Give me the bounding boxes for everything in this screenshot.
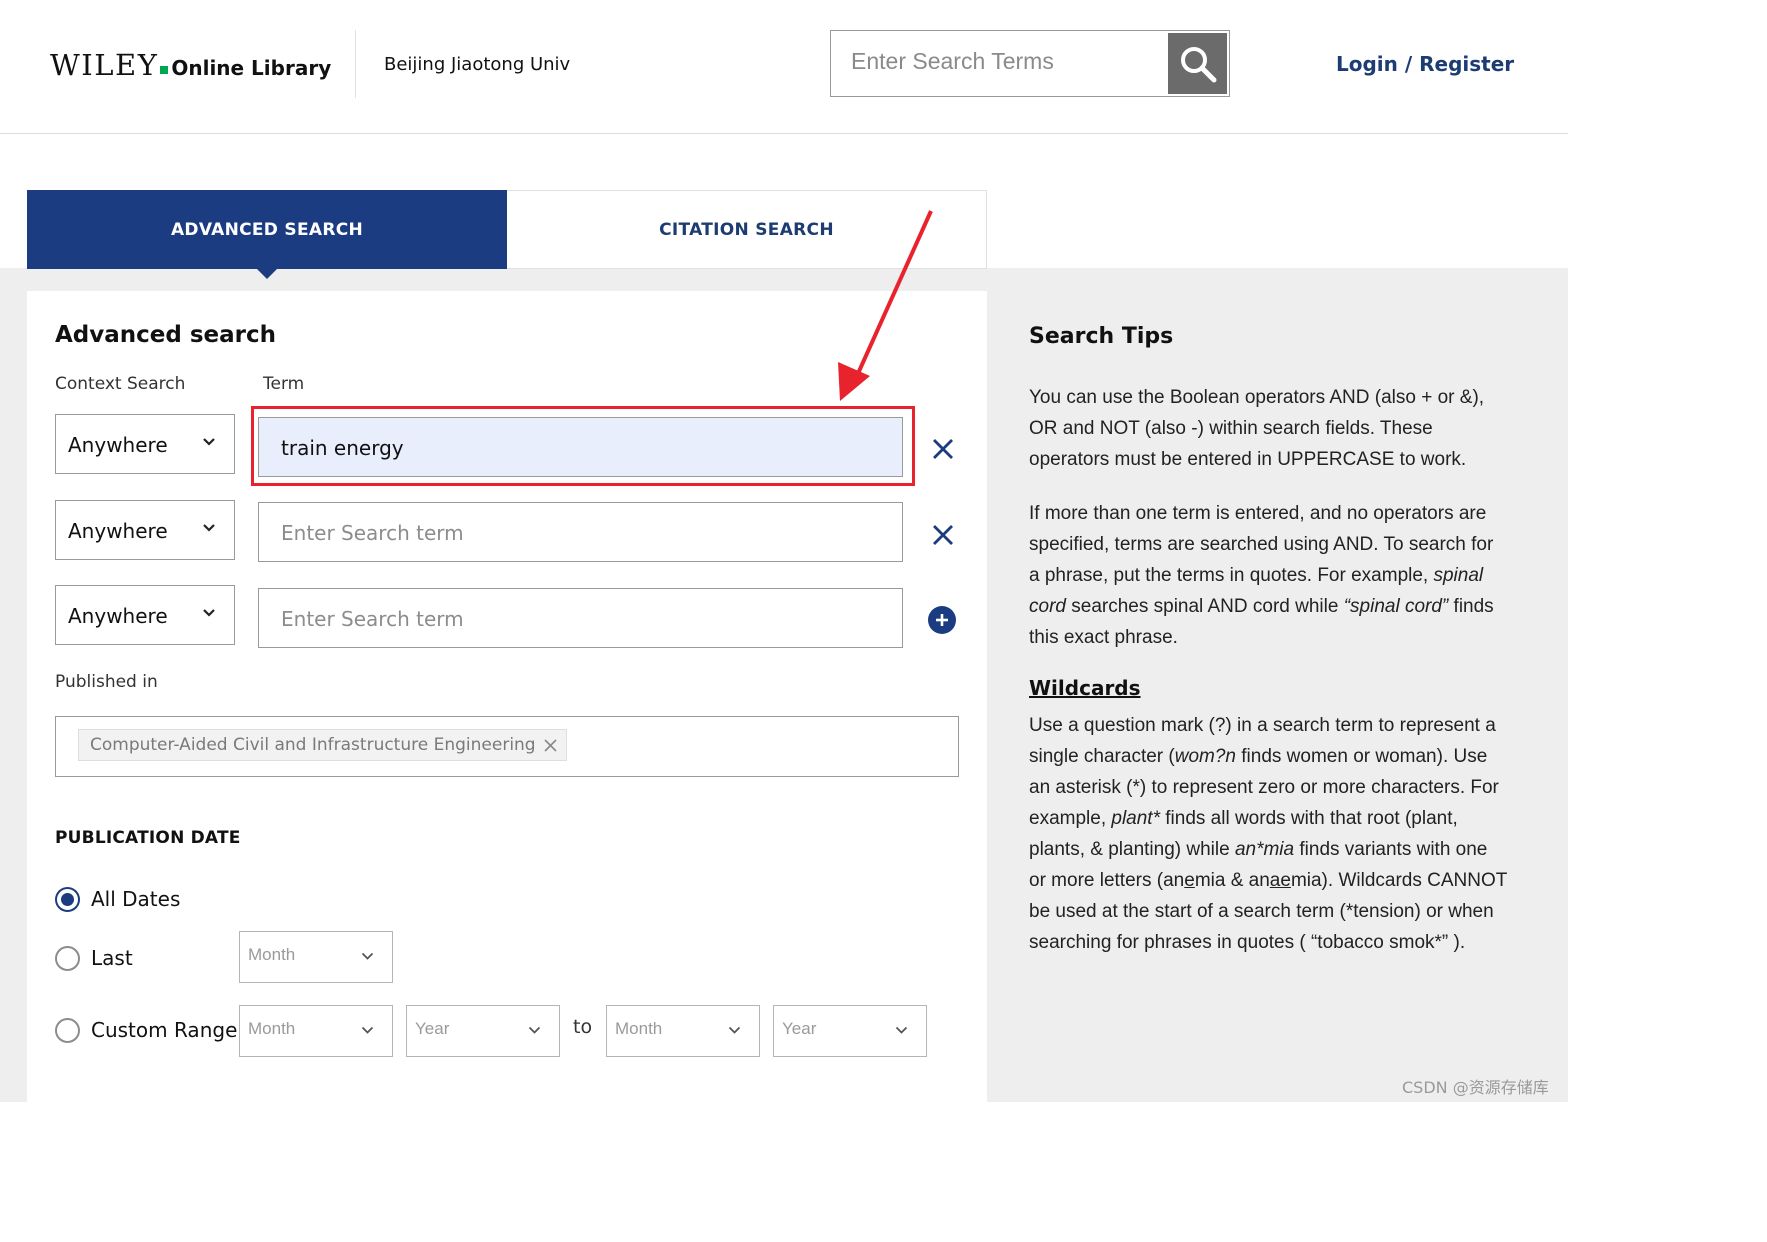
panel-title: Advanced search [55, 322, 277, 348]
context-search-label: Context Search [55, 374, 186, 394]
institution-name: Beijing Jiaotong Univ [384, 54, 571, 75]
plus-icon [936, 614, 948, 626]
active-tab-caret [256, 268, 278, 279]
range-from-year-select[interactable]: Year [406, 1005, 560, 1057]
tips-example: “spinal cord” [1343, 596, 1449, 617]
radio-all-dates[interactable] [55, 887, 80, 912]
header-search-button[interactable] [1168, 33, 1227, 94]
wildcards-heading: Wildcards [1029, 676, 1141, 700]
select-value: Year [415, 1019, 450, 1038]
logo-wiley-text: WILEY [50, 48, 159, 82]
wiley-logo[interactable]: WILEY Online Library [50, 48, 331, 82]
publication-date-heading: PUBLICATION DATE [55, 828, 241, 848]
close-icon[interactable] [544, 739, 557, 752]
journal-chip-label: Computer-Aided Civil and Infrastructure … [90, 735, 536, 755]
chevron-down-icon [361, 1026, 374, 1034]
login-register-link[interactable]: Login / Register [1336, 52, 1514, 76]
context-select-value: Anywhere [68, 604, 168, 628]
tips-text: searches spinal AND cord while [1065, 596, 1344, 617]
last-month-select[interactable]: Month [239, 931, 393, 983]
range-from-month-select[interactable]: Month [239, 1005, 393, 1057]
chevron-down-icon [528, 1026, 541, 1034]
chevron-down-icon [203, 524, 215, 532]
remove-row-icon[interactable] [932, 438, 954, 460]
chevron-down-icon [728, 1026, 741, 1034]
range-to-month-select[interactable]: Month [606, 1005, 760, 1057]
site-header: WILEY Online Library Beijing Jiaotong Un… [0, 0, 1568, 134]
chevron-down-icon [361, 952, 374, 960]
select-value: Month [248, 945, 296, 964]
context-select-2[interactable]: Anywhere [55, 500, 235, 560]
term-input-3[interactable]: Enter Search term [258, 588, 903, 648]
search-tips-title: Search Tips [1029, 324, 1174, 349]
tips-boolean-paragraph: You can use the Boolean operators AND (a… [1029, 387, 1485, 470]
watermark: CSDN @资源存储库 [1402, 1078, 1549, 1097]
logo-dot [160, 66, 169, 74]
annotation-highlight-box [251, 406, 915, 486]
advanced-search-panel: Advanced search Context Search Term Anyw… [27, 291, 987, 1102]
tips-example: wom?n [1174, 746, 1236, 767]
tab-advanced-search[interactable]: ADVANCED SEARCH [27, 190, 507, 269]
tips-example: plant* [1111, 808, 1160, 829]
logo-online-library-text: Online Library [171, 56, 332, 80]
term-label: Term [263, 374, 305, 394]
term-input-placeholder: Enter Search term [281, 607, 464, 631]
chevron-down-icon [895, 1026, 908, 1034]
published-in-label: Published in [55, 672, 158, 692]
tab-citation-search[interactable]: CITATION SEARCH [507, 190, 987, 269]
chevron-down-icon [203, 609, 215, 617]
context-select-value: Anywhere [68, 519, 168, 543]
remove-row-icon[interactable] [932, 524, 954, 546]
select-value: Month [615, 1019, 663, 1038]
tips-text: mia & an [1194, 870, 1270, 891]
header-search-box[interactable]: Enter Search Terms [830, 30, 1230, 97]
search-icon [1180, 46, 1216, 82]
tips-underline: ae [1269, 870, 1291, 891]
term-input-2[interactable]: Enter Search term [258, 502, 903, 562]
range-to-year-select[interactable]: Year [773, 1005, 927, 1057]
radio-all-dates-label: All Dates [91, 887, 181, 911]
range-to-label: to [573, 1016, 593, 1038]
header-search-input[interactable]: Enter Search Terms [851, 48, 1054, 75]
radio-custom-range-label: Custom Range [91, 1018, 238, 1042]
context-select-3[interactable]: Anywhere [55, 585, 235, 645]
select-value: Year [782, 1019, 817, 1038]
term-input-placeholder: Enter Search term [281, 521, 464, 545]
radio-last-label: Last [91, 946, 133, 970]
context-select-1[interactable]: Anywhere [55, 414, 235, 474]
tips-text: If more than one term is entered, and no… [1029, 503, 1494, 586]
tips-example: an*mia [1234, 839, 1295, 860]
context-select-value: Anywhere [68, 433, 168, 457]
published-in-field[interactable]: Computer-Aided Civil and Infrastructure … [55, 716, 959, 777]
radio-custom-range[interactable] [55, 1018, 80, 1043]
tips-phrase-paragraph: If more than one term is entered, and no… [1029, 498, 1509, 653]
tips-wildcards-paragraph: Use a question mark (?) in a search term… [1029, 710, 1509, 958]
select-value: Month [248, 1019, 296, 1038]
search-tips: Search Tips You can use the Boolean oper… [1029, 324, 1509, 981]
chevron-down-icon [203, 438, 215, 446]
add-row-button[interactable] [928, 606, 956, 634]
radio-last[interactable] [55, 946, 80, 971]
header-divider [355, 30, 356, 98]
tips-underline: e [1184, 870, 1195, 891]
journal-chip: Computer-Aided Civil and Infrastructure … [78, 729, 567, 761]
